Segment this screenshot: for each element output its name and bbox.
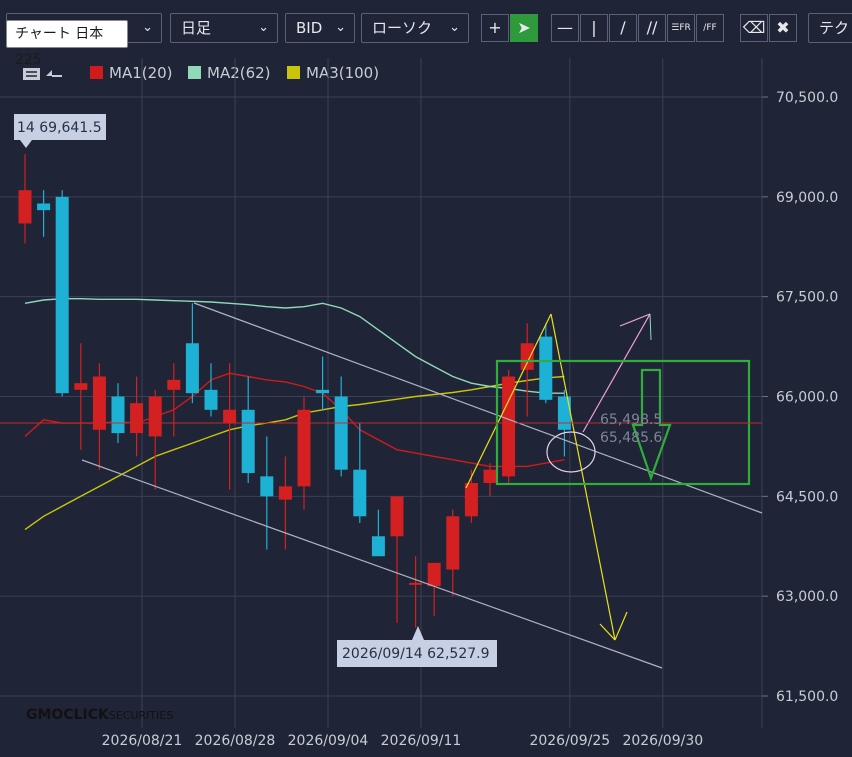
candle	[297, 396, 311, 510]
candle-body	[557, 396, 571, 430]
y-tick-label: 64,500.0	[776, 489, 838, 505]
candle-body	[204, 389, 218, 410]
candle-body	[185, 343, 199, 394]
candles	[18, 154, 571, 628]
grid	[0, 58, 768, 728]
candle-body	[520, 343, 534, 370]
y-tick-label: 67,500.0	[776, 290, 838, 306]
candle	[260, 436, 274, 550]
candle-body	[223, 409, 237, 424]
candle-body	[446, 516, 460, 570]
candle-body	[148, 396, 162, 437]
low-tooltip: 2026/09/14 62,527.9	[337, 626, 497, 667]
candle-body	[92, 376, 106, 430]
channel-upper-line	[193, 302, 763, 514]
current-price-label-1: 65,498.5	[600, 412, 662, 428]
y-tick-label: 70,500.0	[776, 90, 838, 106]
candle	[223, 363, 237, 490]
candle	[278, 456, 292, 550]
x-tick-label: 2026/09/11	[381, 733, 462, 749]
highlight-circle	[546, 431, 596, 473]
teal-tick	[649, 313, 652, 341]
candle	[185, 303, 199, 404]
candle-body	[37, 203, 51, 211]
candle	[148, 389, 162, 490]
candle-body	[409, 582, 423, 585]
candle	[483, 463, 497, 497]
high-tooltip-text: 14 69,641.5	[17, 120, 102, 136]
yellow-arrowhead-right	[614, 611, 628, 641]
y-tick-label: 66,000.0	[776, 390, 838, 406]
candle-body	[55, 196, 69, 394]
x-tick-label: 2026/09/30	[622, 733, 703, 749]
y-tick-label: 61,500.0	[776, 689, 838, 705]
yellow-down-line	[550, 313, 616, 641]
x-tick-label: 2026/09/04	[288, 733, 369, 749]
candle	[18, 154, 32, 244]
x-tick-label: 2026/09/25	[529, 733, 610, 749]
candle-body	[18, 190, 32, 224]
candle-body	[539, 336, 553, 400]
candle	[353, 423, 367, 523]
candle-body	[241, 409, 255, 474]
channel-lower-line	[81, 459, 663, 669]
candle	[446, 509, 460, 597]
candle-body	[464, 483, 478, 517]
candle	[520, 323, 534, 417]
candle	[130, 376, 144, 457]
candle-body	[130, 403, 144, 434]
candle	[167, 363, 181, 437]
candle-body	[483, 469, 497, 484]
moving-average-lines	[24, 298, 565, 531]
candle	[111, 383, 125, 444]
candle	[334, 376, 348, 477]
current-price-text: 65,498.5 65,485.6	[600, 412, 662, 446]
candle-body	[297, 409, 311, 487]
candle	[371, 509, 385, 557]
candle	[55, 190, 69, 397]
candle	[316, 356, 330, 410]
candle	[204, 363, 218, 417]
candle-body	[167, 379, 181, 390]
candle-body	[111, 396, 125, 434]
candle	[502, 369, 516, 484]
candle-body	[278, 486, 292, 500]
gmoclick-logo: GMOCLICKSECURITIES	[26, 707, 173, 723]
candle-body	[260, 476, 274, 497]
high-tooltip: 14 69,641.5	[14, 114, 106, 148]
candle	[241, 376, 255, 484]
logo-suffix: SECURITIES	[108, 709, 174, 722]
x-tick-label: 2026/08/28	[195, 733, 276, 749]
candle	[390, 496, 404, 623]
low-tooltip-text: 2026/09/14 62,527.9	[342, 646, 490, 662]
candle	[92, 363, 106, 470]
user-drawings	[0, 302, 763, 669]
y-tick-label: 63,000.0	[776, 589, 838, 605]
candle-body	[353, 469, 367, 517]
chart-selector-label-box[interactable]: チャート 日本225	[6, 20, 128, 68]
candle-body	[334, 396, 348, 470]
x-tick-label: 2026/08/21	[102, 733, 183, 749]
candle-body	[316, 389, 330, 394]
candle-body	[427, 562, 441, 587]
logo-brand: GMOCLICK	[26, 707, 109, 723]
candle	[409, 556, 423, 628]
pink-tick	[619, 313, 651, 327]
ma2-line	[24, 298, 565, 394]
candle-body	[390, 496, 404, 537]
candle	[427, 562, 441, 617]
price-chart[interactable]: 70,500.0 69,000.0 67,500.0 66,000.0 64,500.0…	[0, 0, 852, 757]
candle-body	[371, 536, 385, 557]
candle-body	[74, 383, 88, 390]
y-tick-label: 69,000.0	[776, 190, 838, 206]
current-price-label-2: 65,485.6	[600, 430, 662, 446]
